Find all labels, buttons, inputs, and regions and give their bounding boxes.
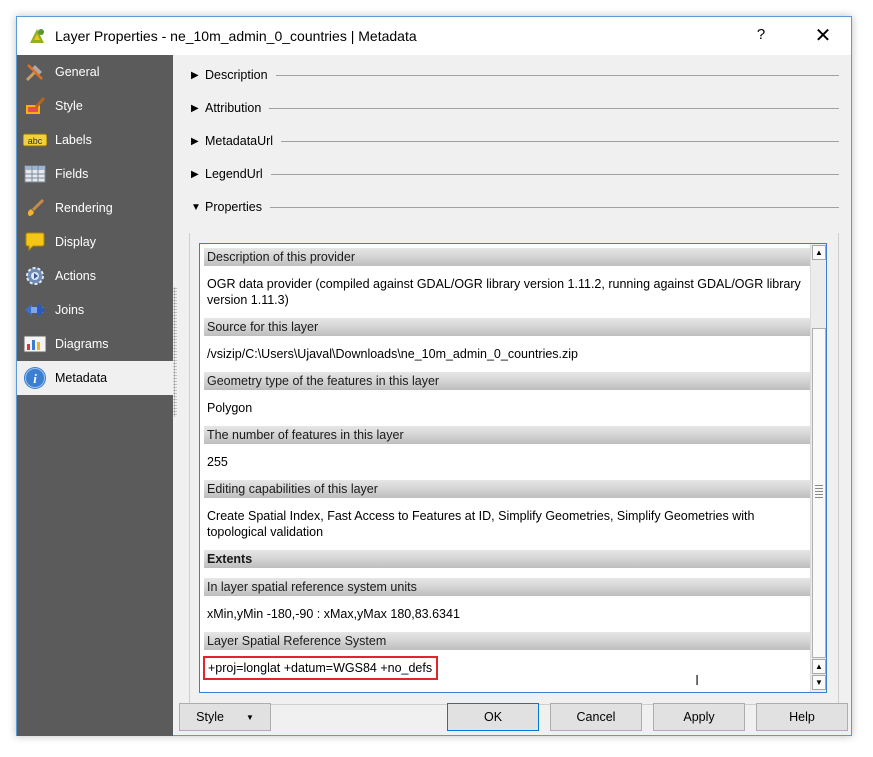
dropdown-arrow-icon: ▼: [245, 712, 254, 722]
metadata-value: +proj=longlat +datum=WGS84 +no_defs: [203, 650, 810, 686]
grip-icon: [815, 485, 823, 499]
section-legendurl[interactable]: ▶ LegendUrl: [187, 164, 839, 184]
metadata-header: The number of features in this layer: [204, 426, 810, 444]
sidebar-item-label: Display: [55, 235, 96, 249]
sidebar-item-fields[interactable]: Fields: [17, 157, 173, 191]
sidebar-item-label: Rendering: [55, 201, 113, 215]
section-metadataurl[interactable]: ▶ MetadataUrl: [187, 131, 839, 151]
divider: [281, 141, 839, 142]
expand-arrow-icon: ▶: [191, 102, 199, 114]
sidebar-item-label: Style: [55, 99, 83, 113]
fields-table-icon: [23, 162, 47, 186]
sidebar-item-display[interactable]: Display: [17, 225, 173, 259]
metadata-value: Polygon: [207, 401, 253, 415]
metadata-header: Description of this provider: [204, 248, 810, 266]
metadata-header: Source for this layer: [204, 318, 810, 336]
metadata-value: OGR data provider (compiled against GDAL…: [207, 277, 801, 307]
section-description[interactable]: ▶ Description: [187, 65, 839, 85]
vertical-scrollbar[interactable]: ▲ ▲ ▼: [810, 244, 826, 692]
text-cursor-icon: I: [695, 672, 700, 689]
sidebar-item-label: General: [55, 65, 100, 79]
metadata-value: 255: [207, 455, 228, 469]
apply-button[interactable]: Apply: [653, 703, 745, 731]
metadata-header: Layer Spatial Reference System: [204, 632, 810, 650]
sidebar-item-label: Metadata: [55, 371, 108, 385]
button-label: Style: [196, 710, 224, 724]
srs-highlight-box: +proj=longlat +datum=WGS84 +no_defs: [203, 656, 439, 680]
help-title-button[interactable]: ?: [751, 26, 771, 43]
general-tools-icon: [23, 60, 47, 84]
metadata-header: Extents: [204, 550, 810, 568]
scroll-up-button[interactable]: ▲: [812, 245, 826, 260]
metadata-panel: ▶ Description ▶ Attribution ▶ MetadataUr…: [187, 55, 843, 705]
svg-text:i: i: [33, 371, 37, 386]
metadata-text-browser[interactable]: Description of this provider OGR data pr…: [199, 243, 827, 693]
sidebar-item-label: Actions: [55, 269, 96, 283]
actions-gear-icon: [23, 264, 47, 288]
sidebar-item-actions[interactable]: Actions: [17, 259, 173, 293]
close-window-button[interactable]: ✕: [811, 23, 835, 48]
metadata-value: Create Spatial Index, Fast Access to Fea…: [207, 509, 755, 539]
section-label: Description: [205, 68, 268, 82]
sidebar-item-rendering[interactable]: Rendering: [17, 191, 173, 225]
sidebar-item-label: Labels: [55, 133, 92, 147]
section-label: Attribution: [205, 101, 262, 115]
metadata-content: Description of this provider OGR data pr…: [203, 244, 810, 686]
sidebar-item-joins[interactable]: Joins: [17, 293, 173, 327]
metadata-header: Geometry type of the features in this la…: [204, 372, 810, 390]
style-dropdown-button[interactable]: Style ▼: [179, 703, 271, 731]
ok-button[interactable]: OK: [447, 703, 539, 731]
sidebar-item-metadata[interactable]: i Metadata: [17, 361, 173, 395]
splitter-handle[interactable]: [173, 287, 177, 417]
help-button[interactable]: Help: [756, 703, 848, 731]
svg-text:abc: abc: [28, 136, 43, 146]
collapse-arrow-icon: ▼: [191, 201, 201, 213]
sidebar-item-label: Fields: [55, 167, 89, 181]
scroll-thumb[interactable]: [812, 328, 826, 658]
layer-properties-dialog: Layer Properties - ne_10m_admin_0_countr…: [16, 16, 852, 736]
cancel-button[interactable]: Cancel: [550, 703, 642, 731]
metadata-value: /vsizip/C:\Users\Ujaval\Downloads\ne_10m…: [207, 347, 579, 361]
sidebar-item-general[interactable]: General: [17, 55, 173, 89]
sidebar-item-style[interactable]: Style: [17, 89, 173, 123]
rendering-brush-icon: [23, 196, 47, 220]
section-label: MetadataUrl: [205, 134, 274, 148]
qgis-logo-icon: [30, 29, 44, 43]
display-bubble-icon: [23, 230, 47, 254]
scroll-up-small-button[interactable]: ▲: [812, 659, 826, 674]
info-icon: i: [23, 366, 47, 390]
sidebar: General Style abc Labels Fields Renderin…: [17, 55, 173, 736]
sidebar-item-diagrams[interactable]: Diagrams: [17, 327, 173, 361]
divider: [275, 75, 839, 76]
labels-abc-icon: abc: [23, 128, 47, 152]
divider: [269, 108, 839, 109]
metadata-value: xMin,yMin -180,-90 : xMax,yMax 180,83.63…: [207, 607, 460, 621]
joins-icon: [23, 298, 47, 322]
title-bar: Layer Properties - ne_10m_admin_0_countr…: [17, 17, 851, 55]
window-title: Layer Properties - ne_10m_admin_0_countr…: [55, 28, 417, 44]
metadata-header: In layer spatial reference system units: [204, 578, 810, 596]
section-attribution[interactable]: ▶ Attribution: [187, 98, 839, 118]
sidebar-item-labels[interactable]: abc Labels: [17, 123, 173, 157]
divider: [270, 174, 839, 175]
expand-arrow-icon: ▶: [191, 135, 199, 147]
metadata-header: Editing capabilities of this layer: [204, 480, 810, 498]
scroll-down-button[interactable]: ▼: [812, 675, 826, 690]
sidebar-item-label: Diagrams: [55, 337, 109, 351]
section-label: LegendUrl: [205, 167, 263, 181]
style-brush-icon: [23, 94, 47, 118]
divider: [269, 207, 839, 208]
section-label: Properties: [205, 200, 262, 214]
sidebar-item-label: Joins: [55, 303, 85, 317]
expand-arrow-icon: ▶: [191, 168, 199, 180]
diagrams-icon: [23, 332, 47, 356]
expand-arrow-icon: ▶: [191, 69, 199, 81]
section-properties[interactable]: ▼ Properties: [187, 197, 839, 217]
